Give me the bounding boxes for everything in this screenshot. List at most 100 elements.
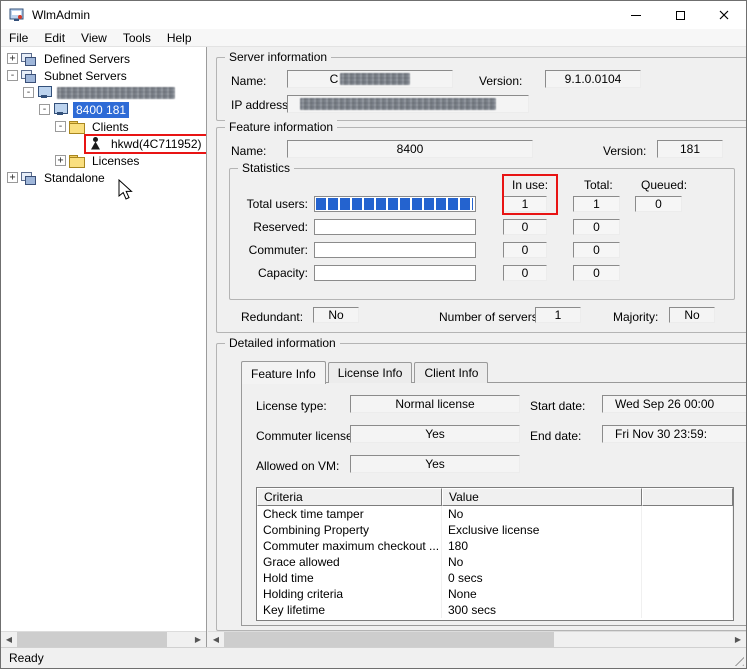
usage-progress-bar [314, 242, 476, 258]
empty-column-header[interactable] [642, 488, 733, 506]
value-column-header[interactable]: Value [442, 488, 642, 506]
server-info-groupbox: Server information Name: C Version: 9.1.… [216, 50, 746, 121]
redacted-server-name-value [340, 73, 411, 85]
tab-client-info[interactable]: Client Info [414, 362, 489, 383]
server-version-field: 9.1.0.0104 [545, 70, 641, 88]
close-button[interactable] [702, 1, 746, 29]
majority-field: No [669, 307, 715, 323]
status-bar: Ready [1, 647, 746, 668]
scrollbar-track[interactable] [224, 631, 730, 647]
folder-icon [69, 120, 85, 134]
tree-item-label: Clients [92, 119, 129, 134]
redundant-field: No [313, 307, 359, 323]
criteria-cell: Key lifetime [257, 602, 442, 618]
start-date-field: Wed Sep 26 00:00 [602, 395, 746, 413]
total-value-field: 0 [573, 265, 620, 281]
value-cell: None [442, 586, 642, 602]
stat-row-capacity: Capacity: 0 0 [232, 265, 620, 281]
expand-icon[interactable]: + [55, 155, 66, 166]
maximize-button[interactable] [658, 1, 702, 29]
tree-item-subnet-servers[interactable]: - Subnet Servers [7, 67, 206, 84]
queued-header: Queued: [641, 178, 688, 192]
expand-icon[interactable]: - [39, 104, 50, 115]
expand-icon[interactable]: - [23, 87, 34, 98]
criteria-column-header[interactable]: Criteria [257, 488, 442, 506]
menu-help[interactable]: Help [159, 30, 200, 46]
stat-row-total-users: Total users: 1 1 0 [232, 196, 682, 212]
tree-h-scrollbar[interactable]: ◀ ▶ [1, 631, 206, 647]
table-row[interactable]: Grace allowed No [257, 554, 733, 570]
groupbox-title: Feature information [225, 120, 338, 134]
tree-item-label: Standalone [44, 170, 105, 185]
commuter-license-field: Yes [350, 425, 520, 443]
menu-edit[interactable]: Edit [36, 30, 73, 46]
table-row[interactable]: Commuter maximum checkout ... 180 [257, 538, 733, 554]
menu-file[interactable]: File [1, 30, 36, 46]
resize-grip[interactable] [731, 653, 744, 666]
tree-item-client-hkwd[interactable]: hkwd(4C711952) [7, 133, 206, 154]
expand-icon[interactable]: - [55, 121, 66, 132]
details-h-scrollbar[interactable]: ◀ ▶ [208, 631, 746, 647]
scrollbar-track[interactable] [17, 631, 190, 647]
end-date-label: End date: [530, 429, 582, 443]
tab-license-info[interactable]: License Info [327, 362, 413, 383]
tree-item-licenses[interactable]: + Licenses [7, 152, 206, 169]
tree-item-clients[interactable]: - Clients [7, 118, 206, 135]
scroll-right-icon[interactable]: ▶ [190, 632, 206, 648]
feature-name-value: 8400 [396, 142, 424, 156]
window-controls [614, 1, 746, 29]
usage-progress-bar [314, 196, 476, 212]
menu-view[interactable]: View [73, 30, 115, 46]
ip-address-label: IP address: [231, 98, 292, 112]
server-tree: + Defined Servers - Subnet Servers - - 8… [1, 47, 206, 186]
value-cell: Exclusive license [442, 522, 642, 538]
h-scrollbar-thumb[interactable] [17, 631, 167, 647]
stat-row-reserved: Reserved: 0 0 [232, 219, 620, 235]
tab-feature-info[interactable]: Feature Info [241, 361, 326, 384]
total-value: 0 [593, 266, 600, 280]
end-date-value: Fri Nov 30 23:59: [615, 427, 708, 441]
scroll-left-icon[interactable]: ◀ [208, 632, 224, 648]
expand-icon[interactable]: + [7, 53, 18, 64]
feature-name-field: 8400 [287, 140, 533, 158]
scroll-right-icon[interactable]: ▶ [730, 632, 746, 648]
total-value-field: 0 [573, 219, 620, 235]
tree-item-standalone[interactable]: + Standalone [7, 169, 206, 186]
tree-item-server-redacted[interactable]: - [7, 84, 206, 101]
menu-tools[interactable]: Tools [115, 30, 159, 46]
tree-item-feature-8400[interactable]: - 8400 181 [7, 101, 206, 118]
h-scrollbar-thumb[interactable] [224, 631, 554, 647]
table-row[interactable]: Key lifetime 300 secs [257, 602, 733, 618]
table-row[interactable]: Hold time 0 secs [257, 570, 733, 586]
feature-icon [53, 102, 69, 117]
table-row[interactable]: Combining Property Exclusive license [257, 522, 733, 538]
criteria-cell: Check time tamper [257, 506, 442, 522]
in-use-value: 0 [521, 266, 529, 280]
table-row[interactable]: Holding criteria None [257, 586, 733, 602]
server-name-label: Name: [231, 74, 267, 88]
expand-icon[interactable]: + [7, 172, 18, 183]
criteria-table: Criteria Value Check time tamper No Comb… [256, 487, 734, 621]
start-date-label: Start date: [530, 399, 586, 413]
computer-icon [37, 85, 53, 100]
scroll-left-icon[interactable]: ◀ [1, 632, 17, 648]
tree-item-defined-servers[interactable]: + Defined Servers [7, 50, 206, 67]
in-use-value: 0 [521, 220, 529, 234]
license-type-label: License type: [256, 399, 327, 413]
window-title: WlmAdmin [32, 8, 91, 22]
status-text: Ready [9, 651, 44, 665]
expand-icon[interactable]: - [7, 70, 18, 81]
stat-row-label: Total users: [246, 197, 308, 211]
redacted-server-name [57, 86, 175, 99]
redundant-value: No [328, 308, 344, 322]
tree-item-label: Licenses [92, 153, 140, 168]
table-row[interactable]: Check time tamper No [257, 506, 733, 522]
value-cell: 300 secs [442, 602, 642, 618]
details-panel: Server information Name: C Version: 9.1.… [208, 47, 746, 647]
minimize-button[interactable] [614, 1, 658, 29]
groupbox-title: Detailed information [225, 336, 340, 350]
allowed-on-vm-label: Allowed on VM: [256, 459, 340, 473]
criteria-table-header: Criteria Value [257, 488, 733, 506]
tree-item-label: Subnet Servers [44, 68, 127, 83]
menu-bar: File Edit View Tools Help [1, 29, 746, 47]
